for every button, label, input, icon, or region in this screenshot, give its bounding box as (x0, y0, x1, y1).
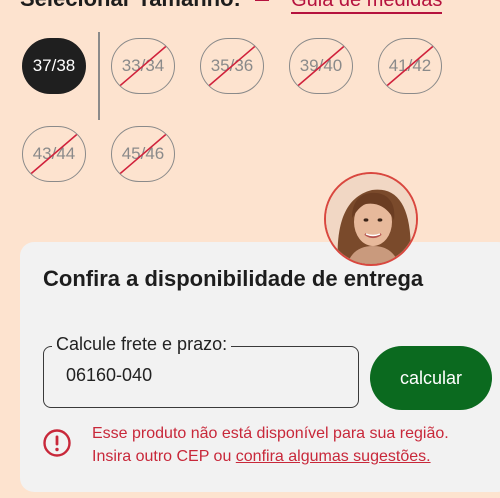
guide-dash (255, 0, 269, 2)
calculate-button[interactable]: calcular (370, 346, 492, 410)
size-option-label: 39/40 (299, 56, 343, 75)
delivery-check-card: Confira a disponibilidade de entrega Cal… (20, 242, 500, 492)
size-option-label: 33/34 (121, 56, 165, 75)
size-option-label: 35/36 (210, 56, 254, 75)
support-agent-photo (326, 174, 416, 264)
cep-field-label: Calcule frete e prazo: (52, 334, 232, 355)
error-alert-icon (43, 429, 71, 457)
delivery-title: Confira a disponibilidade de entrega (43, 266, 424, 291)
size-option-label: 43/44 (32, 144, 76, 163)
size-option-35-36[interactable]: 35/36 (200, 38, 264, 94)
size-option-label: 37/38 (32, 56, 76, 75)
size-option-label: 41/42 (388, 56, 432, 75)
cep-input[interactable] (66, 365, 336, 386)
size-option-41-42[interactable]: 41/42 (378, 38, 442, 94)
unavailable-region-message: Esse produto não está disponível para su… (92, 422, 500, 468)
size-option-33-34[interactable]: 33/34 (111, 38, 175, 94)
support-avatar[interactable] (324, 172, 418, 266)
size-option-39-40[interactable]: 39/40 (289, 38, 353, 94)
size-option-43-44[interactable]: 43/44 (22, 126, 86, 182)
size-section-title: Selecionar Tamanho: (20, 0, 241, 11)
error-message-line1: Esse produto não está disponível para su… (92, 425, 449, 442)
size-option-37-38[interactable]: 37/38 (22, 38, 86, 94)
size-option-45-46[interactable]: 45/46 (111, 126, 175, 182)
size-divider (98, 32, 100, 120)
error-message-line2: Insira outro CEP ou confira algumas suge… (92, 445, 500, 468)
cep-field[interactable]: Calcule frete e prazo: (43, 334, 359, 408)
size-guide-link[interactable]: Guia de medidas (291, 0, 443, 14)
size-section-header: Selecionar Tamanho: Guia de medidas (20, 0, 443, 14)
suggestions-link[interactable]: confira algumas sugestões. (236, 448, 431, 465)
error-message-prefix: Insira outro CEP ou (92, 448, 236, 465)
size-option-label: 45/46 (121, 144, 165, 163)
